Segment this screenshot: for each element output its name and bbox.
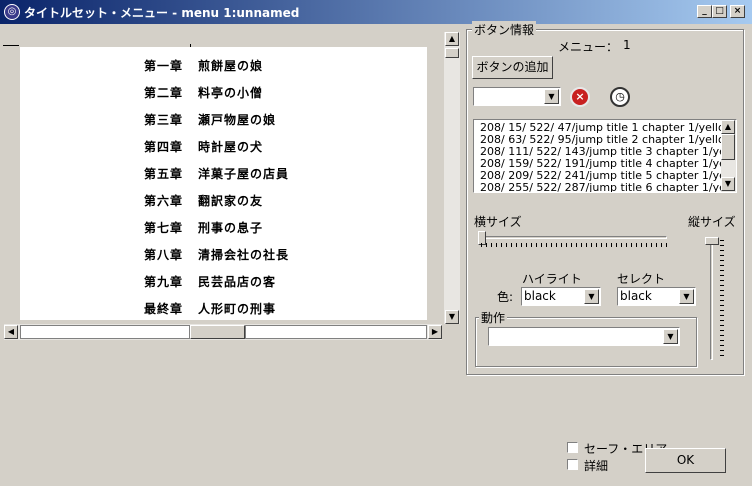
- scroll-up-icon[interactable]: ▲: [445, 32, 459, 46]
- height-slider-handle[interactable]: [705, 237, 719, 245]
- select-label: セレクト: [617, 272, 666, 286]
- height-size-label: 縦サイズ: [688, 215, 736, 229]
- list-scroll-thumb[interactable]: [721, 134, 735, 160]
- vertical-scroll-thumb[interactable]: [445, 48, 459, 58]
- canvas-bottom-strip: [20, 317, 427, 320]
- list-scroll-up-icon[interactable]: ▲: [721, 120, 735, 134]
- chapter-7[interactable]: 第七章 刑事の息子: [144, 219, 344, 236]
- add-button-button[interactable]: ボタンの追加: [472, 56, 553, 79]
- chapter-5[interactable]: 第五章 洋菓子屋の店員: [144, 165, 344, 182]
- width-slider-ticks: [481, 243, 667, 247]
- window-title: タイトルセット・メニュー - menu 1:unnamed: [24, 6, 300, 20]
- chevron-down-icon[interactable]: ▼: [679, 289, 694, 304]
- menu-label: メニュー：: [558, 40, 619, 54]
- height-slider[interactable]: [710, 240, 713, 360]
- close-button[interactable]: ×: [730, 5, 745, 18]
- width-size-label: 横サイズ: [474, 215, 522, 229]
- detail-label: 詳細: [584, 459, 609, 473]
- chapter-8[interactable]: 第八章 清掃会社の社長: [144, 246, 344, 263]
- height-slider-ticks: [720, 240, 724, 360]
- chevron-down-icon[interactable]: ▼: [663, 329, 678, 344]
- color-label: 色:: [497, 290, 514, 304]
- width-slider[interactable]: [481, 236, 667, 239]
- button-listbox[interactable]: 208/ 15/ 522/ 47/jump title 1 chapter 1/…: [473, 119, 737, 193]
- app-icon[interactable]: ◎: [4, 4, 20, 20]
- scroll-right-icon[interactable]: ▶: [428, 325, 442, 339]
- highlight-color-select[interactable]: black ▼: [521, 287, 601, 306]
- scroll-down-icon[interactable]: ▼: [445, 310, 459, 324]
- highlight-color-value: black: [524, 289, 556, 303]
- chapter-3[interactable]: 第三章 瀬戸物屋の娘: [144, 111, 344, 128]
- button-select-combo[interactable]: ▼: [473, 87, 561, 106]
- clock-icon[interactable]: ◷: [610, 87, 630, 107]
- maximize-button[interactable]: □: [712, 5, 727, 18]
- horizontal-scroll-track-right[interactable]: [245, 325, 427, 339]
- list-scrollbar[interactable]: ▲ ▼: [721, 120, 736, 192]
- chapter-4[interactable]: 第四章 時計屋の犬: [144, 138, 344, 155]
- scroll-left-icon[interactable]: ◀: [4, 325, 18, 339]
- menu-preview-canvas[interactable]: 第一章 煎餅屋の娘 第二章 料亭の小僧 第三章 瀬戸物屋の娘 第四章 時計屋の犬 第五章…: [20, 47, 427, 317]
- ok-button[interactable]: OK: [645, 448, 726, 473]
- chevron-down-icon[interactable]: ▼: [544, 89, 559, 104]
- button-info-legend: ボタン情報: [472, 21, 537, 38]
- menu-value: 1: [623, 38, 631, 52]
- highlight-label: ハイライト: [522, 272, 582, 286]
- title-bar[interactable]: ◎ タイトルセット・メニュー - menu 1:unnamed _ □ ×: [0, 0, 752, 24]
- chapter-6[interactable]: 第六章 翻訳家の友: [144, 192, 344, 209]
- action-select[interactable]: ▼: [488, 327, 680, 346]
- horizontal-scrollbar[interactable]: ◀ ▶: [4, 324, 442, 340]
- select-color-value: black: [620, 289, 652, 303]
- vertical-scrollbar[interactable]: ▲ ▼: [444, 32, 460, 324]
- chapter-9[interactable]: 第九章 民芸品店の客: [144, 273, 344, 290]
- chapter-2[interactable]: 第二章 料亭の小僧: [144, 84, 344, 101]
- select-color-select[interactable]: black ▼: [617, 287, 696, 306]
- horizontal-scroll-thumb[interactable]: [190, 325, 245, 339]
- canvas-corner-mark: [3, 45, 19, 46]
- delete-icon[interactable]: ×: [570, 87, 590, 107]
- list-scroll-down-icon[interactable]: ▼: [721, 177, 735, 191]
- list-item[interactable]: 208/ 255/ 522/ 287/jump title 6 chapter …: [480, 182, 726, 193]
- chapter-final[interactable]: 最終章 人形町の刑事: [144, 300, 344, 317]
- detail-checkbox[interactable]: [567, 459, 578, 470]
- chapter-1[interactable]: 第一章 煎餅屋の娘: [144, 57, 344, 74]
- safe-area-checkbox[interactable]: [567, 442, 578, 453]
- minimize-button[interactable]: _: [697, 5, 712, 18]
- chevron-down-icon[interactable]: ▼: [584, 289, 599, 304]
- action-legend: 動作: [479, 309, 508, 326]
- horizontal-scroll-track-left[interactable]: [20, 325, 190, 339]
